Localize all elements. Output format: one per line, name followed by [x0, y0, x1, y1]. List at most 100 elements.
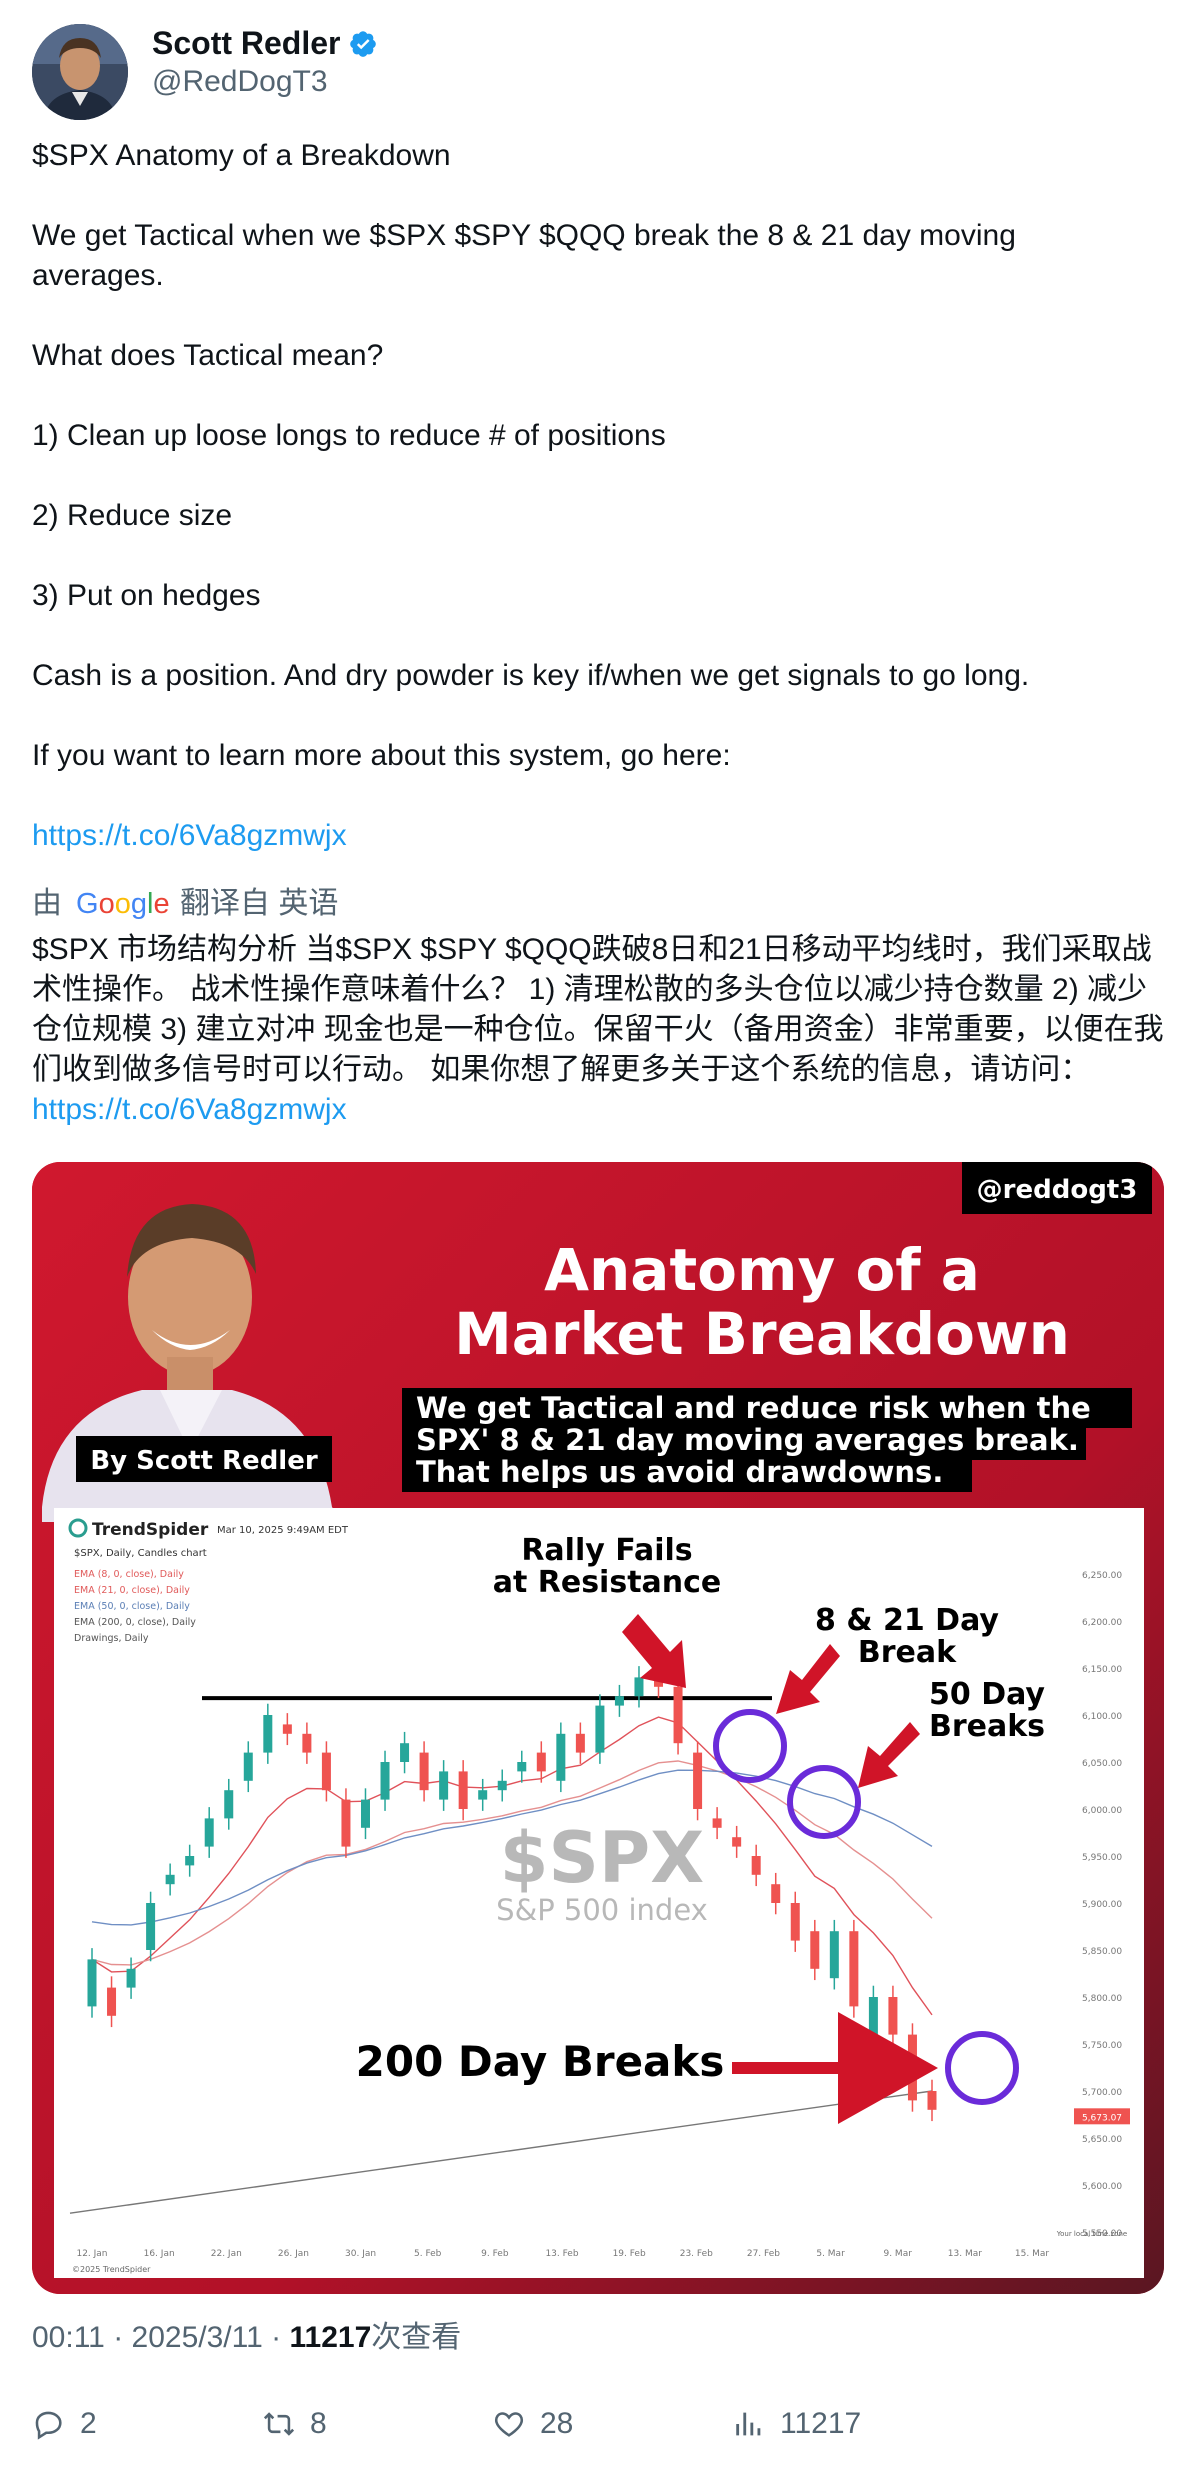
candle-body	[478, 1790, 488, 1800]
retweet-count: 8	[310, 2407, 327, 2440]
author-name-row[interactable]: Scott Redler	[152, 24, 378, 67]
x-axis-tick-label: 12. Jan	[76, 2249, 107, 2259]
x-axis-tick-label: 22. Jan	[211, 2249, 242, 2259]
tweet-paragraph: 1) Clean up loose longs to reduce # of p…	[32, 419, 666, 452]
tweet-image[interactable]: @reddogt3 By Scott Redler Anatomy of a M…	[32, 1162, 1164, 2294]
x-axis-tick-label: 5. Mar	[816, 2249, 845, 2259]
y-axis-tick-label: 5,700.00	[1082, 2088, 1122, 2098]
candle-body	[185, 1856, 195, 1866]
translation-source[interactable]: 翻译自 英语	[180, 887, 338, 920]
translation-attribution: 由 Google 翻译自 英语	[32, 884, 338, 930]
candle-body	[868, 1997, 878, 2035]
byline: By Scott Redler	[90, 1446, 318, 1476]
candle-body	[126, 1968, 136, 1988]
candle-body	[263, 1715, 273, 1753]
tweet-meta: 00:11 · 2025/3/11 · 11217次查看	[32, 2318, 461, 2358]
meta-separator: ·	[271, 2321, 282, 2354]
annotation-break-line1: 8 & 21 Day	[815, 1603, 999, 1638]
annotation-50-line2: Breaks	[929, 1709, 1045, 1744]
indicator-ema8: EMA (8, 0, close), Daily	[74, 1569, 184, 1580]
svg-text:Google: Google	[76, 888, 170, 919]
tweet-time[interactable]: 00:11	[32, 2321, 105, 2354]
author-name[interactable]: Scott Redler	[152, 25, 340, 61]
tweet-paragraph: 2) Reduce size	[32, 499, 233, 532]
candle-body	[321, 1752, 331, 1791]
x-axis-tick-label: 13. Mar	[948, 2249, 982, 2259]
y-axis-tick-label: 6,250.00	[1082, 1571, 1122, 1581]
annotation-rally-line2: at Resistance	[493, 1565, 722, 1600]
x-axis-tick-label: 15. Mar	[1015, 2249, 1049, 2259]
tweet-paragraph: $SPX Anatomy of a Breakdown	[32, 139, 451, 172]
graphic-subtitle-line1: We get Tactical and reduce risk when the	[416, 1391, 1091, 1425]
chart-brand: TrendSpider	[92, 1520, 209, 1540]
translated-text: $SPX 市场结构分析 当$SPX $SPY $QQQ跌破8日和21日移动平均线…	[32, 930, 1172, 1130]
tweet-paragraph: 3) Put on hedges	[32, 579, 261, 612]
candle-body	[849, 1931, 859, 2007]
candle-body	[243, 1752, 253, 1781]
x-axis-tick-label: 16. Jan	[144, 2249, 175, 2259]
y-axis-tick-label: 5,750.00	[1082, 2041, 1122, 2051]
candle-body	[400, 1743, 410, 1762]
candle-body	[419, 1752, 429, 1791]
x-axis-tick-label: 23. Feb	[680, 2249, 713, 2259]
candle-body	[282, 1724, 292, 1734]
x-axis-tick-label: 5. Feb	[414, 2249, 442, 2259]
reply-button[interactable]: 2	[32, 2404, 97, 2444]
candle-body	[888, 1997, 898, 2035]
y-axis-tick-label: 6,200.00	[1082, 1618, 1122, 1628]
candle-body	[497, 1780, 507, 1791]
tweet-header: Scott Redler @RedDogT3	[32, 24, 1132, 120]
y-axis-tick-label: 5,800.00	[1082, 1994, 1122, 2004]
candle-body	[575, 1733, 585, 1753]
candle-body	[536, 1752, 546, 1772]
y-axis-tick-label: 5,600.00	[1082, 2182, 1122, 2192]
candle-body	[771, 1884, 781, 1903]
y-axis-tick-label: 6,100.00	[1082, 1712, 1122, 1722]
candle-body	[360, 1799, 370, 1828]
indicator-ema21: EMA (21, 0, close), Daily	[74, 1585, 190, 1596]
translated-body: $SPX 市场结构分析 当$SPX $SPY $QQQ跌破8日和21日移动平均线…	[32, 933, 1164, 1086]
candle-body	[517, 1762, 527, 1772]
tweet-link[interactable]: https://t.co/6Va8gzmwjx	[32, 819, 347, 852]
annotation-rally-line1: Rally Fails	[521, 1533, 692, 1568]
indicator-ema50: EMA (50, 0, close), Daily	[74, 1601, 190, 1612]
x-axis-tick-label: 27. Feb	[747, 2249, 780, 2259]
tweet-paragraph: If you want to learn more about this sys…	[32, 739, 731, 772]
chart-watermark-symbol: $SPX	[500, 1817, 704, 1899]
candle-body	[302, 1733, 312, 1753]
candle-body	[224, 1790, 234, 1819]
views-count: 11217	[780, 2407, 862, 2440]
avatar[interactable]	[32, 24, 128, 120]
translation-prefix: 由	[32, 887, 62, 920]
chart-copyright: ©2025 TrendSpider	[72, 2265, 151, 2274]
meta-separator: ·	[113, 2321, 124, 2354]
translated-link[interactable]: https://t.co/6Va8gzmwjx	[32, 1093, 347, 1126]
candle-body	[146, 1903, 156, 1950]
candle-body	[439, 1771, 449, 1800]
x-axis-tick-label: 26. Jan	[278, 2249, 309, 2259]
author-handle[interactable]: @RedDogT3	[152, 64, 328, 100]
candle-body	[693, 1752, 703, 1809]
y-axis-tick-label: 5,650.00	[1082, 2135, 1122, 2145]
candle-body	[732, 1837, 742, 1847]
view-count: 11217	[289, 2321, 372, 2354]
like-button[interactable]: 28	[492, 2404, 573, 2444]
tweet-date[interactable]: 2025/3/11	[132, 2321, 263, 2354]
candle-body	[614, 1696, 624, 1706]
retweet-button[interactable]: 8	[262, 2404, 327, 2444]
tweet-paragraph: We get Tactical when we $SPX $SPY $QQQ b…	[32, 219, 1025, 292]
y-axis-tick-label: 6,150.00	[1082, 1665, 1122, 1675]
candle-body	[712, 1818, 722, 1828]
chart-symbol-line: $SPX, Daily, Candles chart	[74, 1548, 207, 1559]
views-button[interactable]: 11217	[732, 2404, 861, 2444]
indicator-ema200: EMA (200, 0, close), Daily	[74, 1617, 196, 1628]
candle-body	[790, 1903, 800, 1941]
y-axis-tick-label: 6,000.00	[1082, 1806, 1122, 1816]
candle-body	[87, 1959, 97, 2007]
last-price-label: 5,673.07	[1082, 2113, 1122, 2123]
view-label: 次查看	[371, 2321, 462, 2354]
candle-body	[380, 1762, 390, 1800]
chart-date: Mar 10, 2025 9:49AM EDT	[217, 1525, 349, 1536]
analytics-icon	[736, 2412, 761, 2436]
timezone-note: Your local time zone	[1056, 2230, 1127, 2238]
